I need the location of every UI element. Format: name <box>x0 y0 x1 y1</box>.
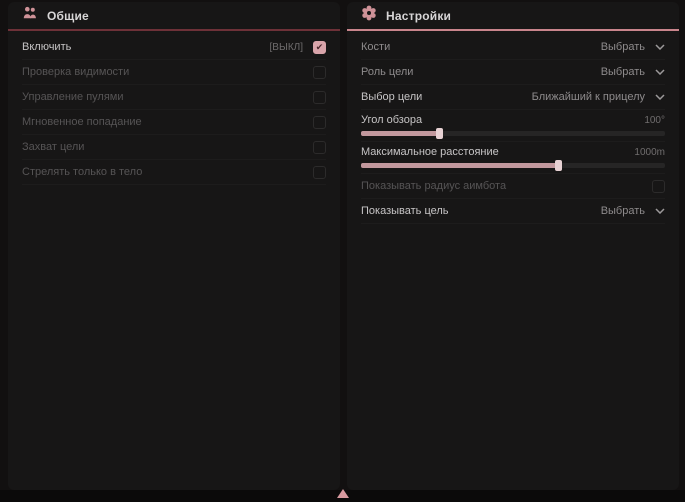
dropdown-value: Выбрать <box>601 205 645 217</box>
bones-dropdown[interactable]: Выбрать <box>601 41 665 53</box>
panel-title: Настройки <box>386 9 451 23</box>
checkbox[interactable] <box>313 116 326 129</box>
checkbox[interactable] <box>313 141 326 154</box>
toggle-row-bullet-control[interactable]: Управление пулями <box>22 85 326 110</box>
toggle-row-target-lock[interactable]: Захват цели <box>22 135 326 160</box>
dropdown-value: Ближайший к прицелу <box>532 91 645 103</box>
dropdown-row-target-role: Роль цели Выбрать <box>361 60 665 85</box>
chevron-down-icon <box>655 69 665 75</box>
general-panel: Общие Включить [ВЫКЛ] Проверка видимости… <box>8 2 340 490</box>
gear-icon <box>361 5 377 26</box>
dropdown-row-target-selection: Выбор цели Ближайший к прицелу <box>361 85 665 110</box>
checkbox[interactable] <box>313 66 326 79</box>
slider-row-max-distance: Максимальное расстояние 1000m <box>361 142 665 174</box>
toggle-label: Захват цели <box>22 141 84 153</box>
chevron-down-icon <box>655 208 665 214</box>
dropdown-value: Выбрать <box>601 66 645 78</box>
chevron-down-icon <box>655 44 665 50</box>
cursor-pointer-icon <box>337 489 349 498</box>
dropdown-label: Показывать цель <box>361 205 449 217</box>
toggle-row-show-aimbot-radius[interactable]: Показывать радиус аимбота <box>361 174 665 199</box>
fov-slider[interactable] <box>361 131 665 136</box>
slider-value: 1000m <box>634 147 665 158</box>
toggle-label: Проверка видимости <box>22 66 129 78</box>
chevron-down-icon <box>655 94 665 100</box>
slider-label: Максимальное расстояние <box>361 146 499 158</box>
slider-thumb[interactable] <box>555 160 562 171</box>
dropdown-row-bones: Кости Выбрать <box>361 35 665 60</box>
dropdown-row-show-target: Показывать цель Выбрать <box>361 199 665 224</box>
slider-row-fov: Угол обзора 100° <box>361 110 665 142</box>
dropdown-label: Выбор цели <box>361 91 422 103</box>
toggle-label: Стрелять только в тело <box>22 166 142 178</box>
slider-value: 100° <box>644 115 665 126</box>
slider-thumb[interactable] <box>436 128 443 139</box>
toggle-label: Мгновенное попадание <box>22 116 142 128</box>
toggle-row-instant-hit[interactable]: Мгновенное попадание <box>22 110 326 135</box>
toggle-row-visibility-check[interactable]: Проверка видимости <box>22 60 326 85</box>
checkbox[interactable] <box>313 41 326 54</box>
checkbox[interactable] <box>652 180 665 193</box>
toggle-label: Управление пулями <box>22 91 124 103</box>
checkbox[interactable] <box>313 166 326 179</box>
dropdown-label: Роль цели <box>361 66 413 78</box>
hotkey-badge: [ВЫКЛ] <box>270 42 303 53</box>
toggle-label: Показывать радиус аимбота <box>361 180 506 192</box>
settings-panel-header: Настройки <box>347 2 679 31</box>
target-selection-dropdown[interactable]: Ближайший к прицелу <box>532 91 665 103</box>
general-panel-header: Общие <box>8 2 340 31</box>
slider-label: Угол обзора <box>361 114 422 126</box>
toggle-row-enable[interactable]: Включить [ВЫКЛ] <box>22 35 326 60</box>
toggle-label: Включить <box>22 41 71 53</box>
panel-title: Общие <box>47 9 89 23</box>
checkbox[interactable] <box>313 91 326 104</box>
max-distance-slider[interactable] <box>361 163 665 168</box>
dropdown-value: Выбрать <box>601 41 645 53</box>
target-role-dropdown[interactable]: Выбрать <box>601 66 665 78</box>
dropdown-label: Кости <box>361 41 390 53</box>
toggle-row-body-only[interactable]: Стрелять только в тело <box>22 160 326 185</box>
settings-panel: Настройки Кости Выбрать Роль цели Выбрат… <box>347 2 679 490</box>
users-icon <box>22 5 38 26</box>
show-target-dropdown[interactable]: Выбрать <box>601 205 665 217</box>
